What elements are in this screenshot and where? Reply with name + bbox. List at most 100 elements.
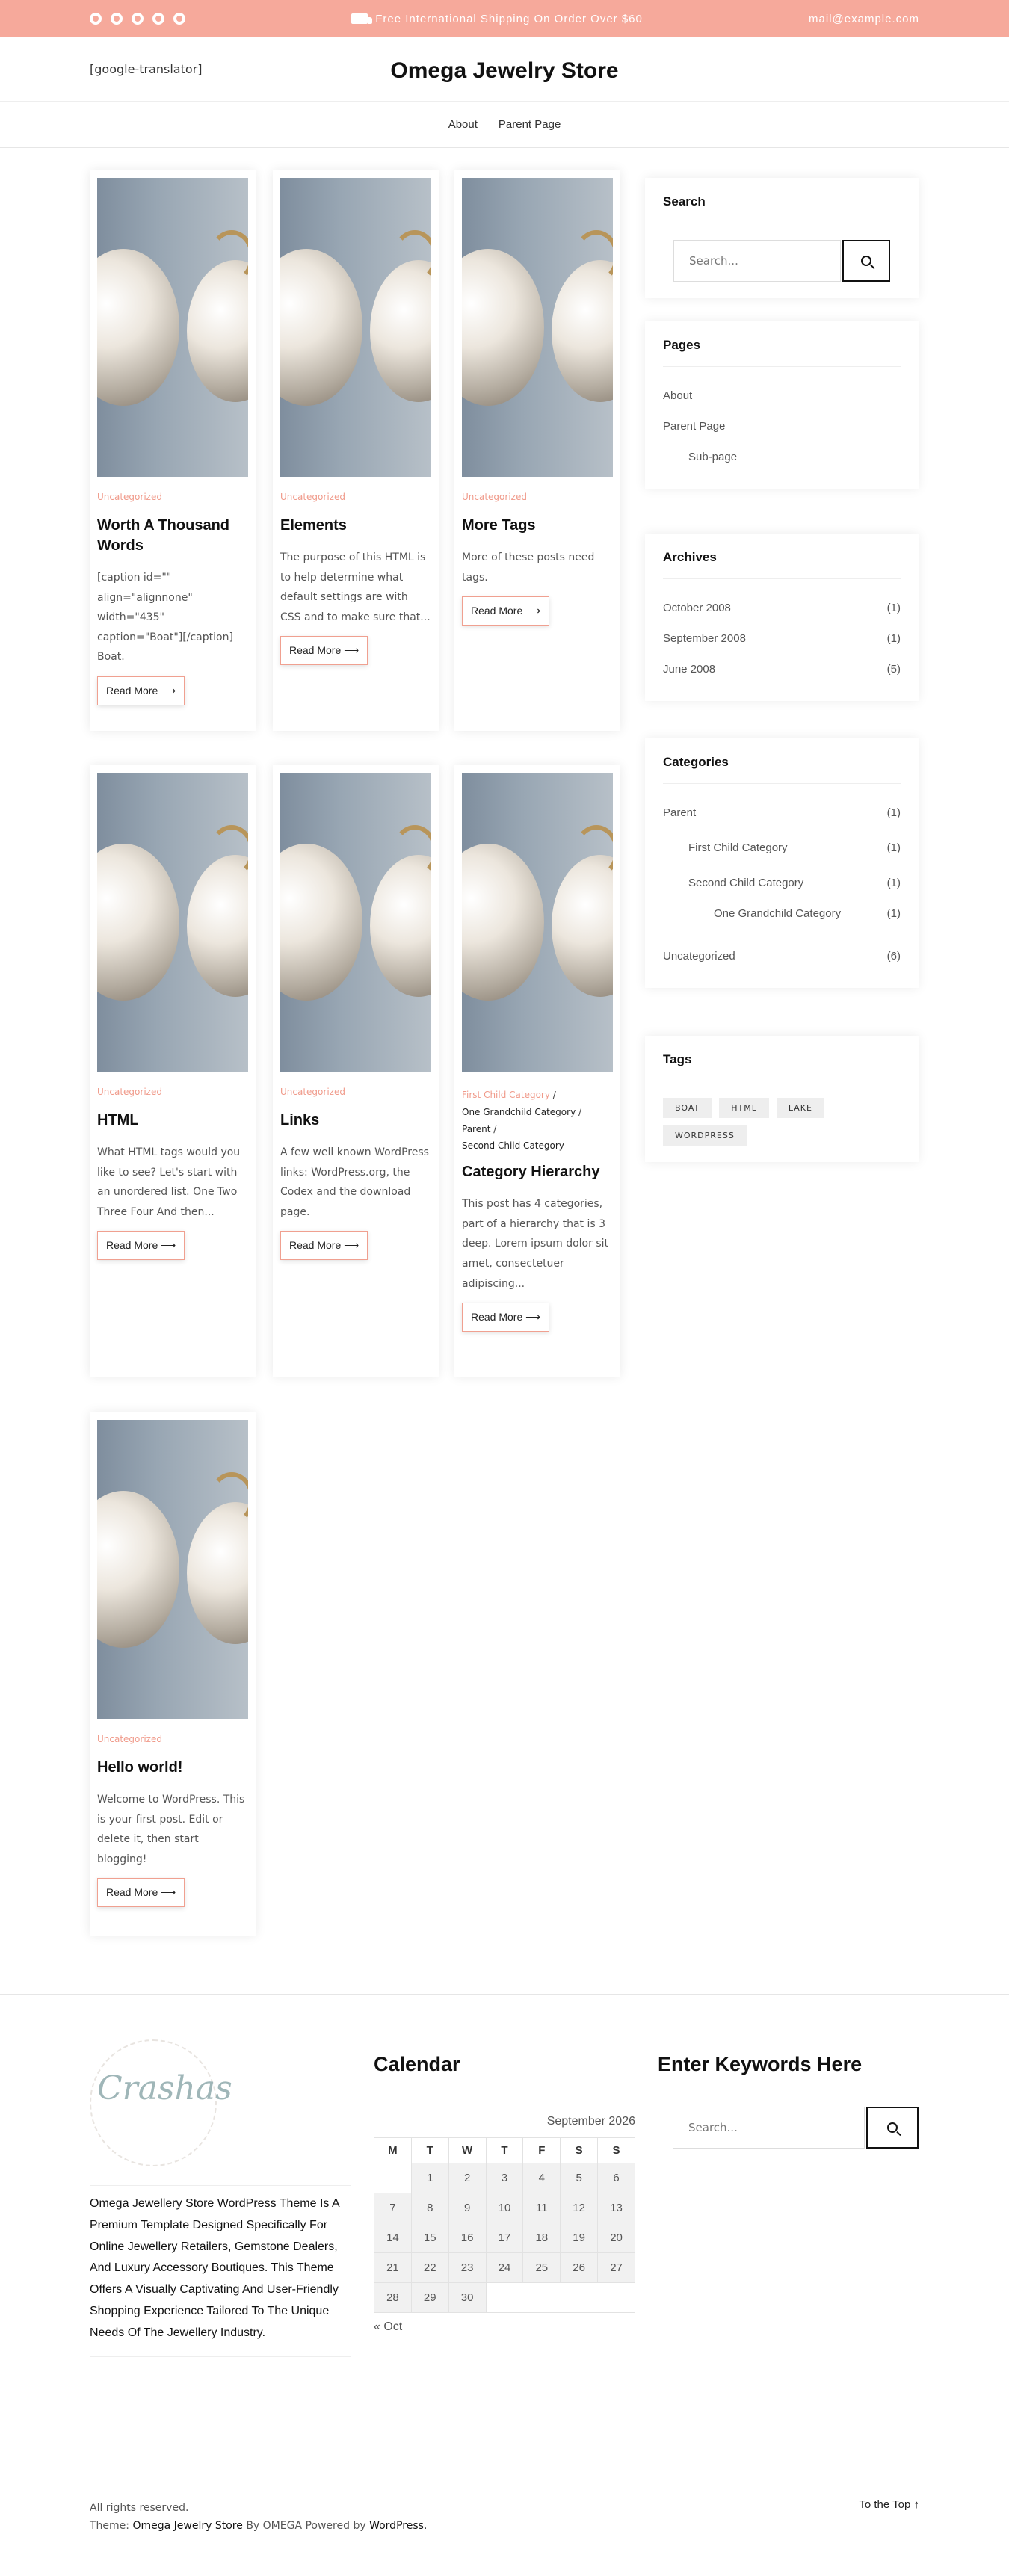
footer-widgets: Crashas Omega Jewellery Store WordPress … (0, 1994, 1009, 2450)
read-more-button[interactable]: Read More ⟶ (280, 636, 368, 666)
post-thumbnail[interactable] (97, 773, 248, 1072)
post-thumbnail[interactable] (462, 178, 613, 477)
calendar-day: 17 (485, 2223, 524, 2253)
calendar-day: 26 (560, 2252, 599, 2283)
post-excerpt: What HTML tags would you like to see? Le… (97, 1146, 241, 1218)
category-link[interactable]: First Child Category (688, 841, 788, 854)
read-more-button[interactable]: Read More ⟶ (462, 596, 550, 626)
post-excerpt: Welcome to WordPress. This is your first… (97, 1794, 245, 1865)
calendar-day: 18 (522, 2223, 561, 2253)
weekday-header: W (448, 2137, 487, 2163)
email-link[interactable]: mail@example.com (809, 13, 919, 25)
powered-by-text: By OMEGA Powered by (246, 2519, 366, 2532)
search-button[interactable] (842, 240, 890, 282)
theme-prefix: Theme: (90, 2519, 130, 2532)
archive-link[interactable]: June 2008 (663, 663, 715, 676)
category-link[interactable]: Uncategorized (663, 950, 735, 963)
shipping-text: Free International Shipping On Order Ove… (375, 12, 643, 25)
post-thumbnail[interactable] (97, 178, 248, 477)
archive-link[interactable]: September 2008 (663, 632, 746, 645)
instagram-icon[interactable] (152, 13, 164, 25)
category-link[interactable]: One Grandchild Category (462, 1107, 576, 1117)
weekday-header: M (374, 2137, 412, 2163)
category-link[interactable]: First Child Category (462, 1090, 550, 1100)
post-category[interactable]: Uncategorized (97, 492, 248, 502)
footer-logo[interactable]: Crashas (97, 2069, 232, 2107)
read-more-button[interactable]: Read More ⟶ (97, 1878, 185, 1908)
archive-link[interactable]: October 2008 (663, 602, 731, 614)
post-title[interactable]: Worth A Thousand Words (97, 516, 248, 556)
category-link[interactable]: Second Child Category (462, 1140, 564, 1151)
post-title[interactable]: Links (280, 1111, 431, 1131)
post-thumbnail[interactable] (280, 773, 431, 1072)
category-count: (1) (886, 907, 901, 920)
calendar-day: 12 (560, 2193, 599, 2223)
category-count: (1) (886, 841, 901, 854)
tag-wordpress[interactable]: WORDPRESS (663, 1125, 747, 1146)
read-more-button[interactable]: Read More ⟶ (280, 1231, 368, 1261)
site-header: [google-translator] Omega Jewelry Store (0, 37, 1009, 102)
post-title[interactable]: Category Hierarchy (462, 1162, 613, 1182)
site-title[interactable]: Omega Jewelry Store (390, 58, 618, 84)
post-excerpt: More of these posts need tags. (462, 552, 595, 584)
post-title[interactable]: Elements (280, 516, 431, 536)
calendar-day: 9 (448, 2193, 487, 2223)
read-more-button[interactable]: Read More ⟶ (462, 1303, 550, 1332)
pinterest-icon[interactable] (132, 13, 144, 25)
post-title[interactable]: HTML (97, 1111, 248, 1131)
post-card: First Child Category / One Grandchild Ca… (454, 765, 620, 1377)
tag-html[interactable]: HTML (719, 1098, 769, 1118)
post-category[interactable]: Uncategorized (280, 1087, 431, 1097)
calendar-widget: September 2026 M T W T F S S 1 2 3 4 5 6… (374, 2098, 636, 2334)
facebook-icon[interactable] (90, 13, 102, 25)
category-link[interactable]: One Grandchild Category (714, 907, 841, 920)
page-link-about[interactable]: About (663, 389, 692, 402)
calendar-day: 1 (410, 2163, 449, 2193)
youtube-icon[interactable] (173, 13, 185, 25)
nav-item-about[interactable]: About (448, 118, 478, 131)
calendar-day: 3 (485, 2163, 524, 2193)
post-thumbnail[interactable] (462, 773, 613, 1072)
google-translator[interactable]: [google-translator] (90, 62, 202, 76)
calendar-day: 19 (560, 2223, 599, 2253)
category-link[interactable]: Second Child Category (688, 877, 803, 889)
post-excerpt: [caption id="" align="alignnone" width="… (97, 572, 233, 664)
tag-boat[interactable]: BOAT (663, 1098, 712, 1118)
page-link-sub-page[interactable]: Sub-page (688, 451, 737, 463)
search-widget: Search Search... (645, 178, 919, 298)
theme-link[interactable]: Omega Jewelry Store (132, 2520, 242, 2532)
calendar-day: 22 (410, 2252, 449, 2283)
calendar-day: 21 (374, 2252, 412, 2283)
footer-search-input[interactable]: Search... (673, 2107, 865, 2149)
weekday-header: T (485, 2137, 524, 2163)
tag-lake[interactable]: LAKE (776, 1098, 824, 1118)
widget-title: Archives (663, 550, 901, 579)
post-category[interactable]: Uncategorized (97, 1087, 248, 1097)
archive-count: (1) (886, 602, 901, 614)
to-top-link[interactable]: To the Top ↑ (859, 2498, 919, 2511)
calendar-day: 10 (485, 2193, 524, 2223)
search-input[interactable]: Search... (673, 240, 841, 282)
post-thumbnail[interactable] (97, 1420, 248, 1719)
page-link-parent-page[interactable]: Parent Page (663, 420, 725, 433)
post-category[interactable]: Uncategorized (280, 492, 431, 502)
twitter-icon[interactable] (111, 13, 123, 25)
footer-search-button[interactable] (866, 2107, 919, 2149)
read-more-button[interactable]: Read More ⟶ (97, 676, 185, 705)
weekday-header: S (597, 2137, 635, 2163)
post-thumbnail[interactable] (280, 178, 431, 477)
read-more-button[interactable]: Read More ⟶ (97, 1231, 185, 1261)
nav-item-parent-page[interactable]: Parent Page (499, 118, 561, 131)
post-category[interactable]: Uncategorized (97, 1734, 248, 1744)
category-link[interactable]: Parent (663, 806, 696, 819)
post-title[interactable]: Hello world! (97, 1758, 248, 1778)
category-link[interactable]: Parent (462, 1124, 490, 1134)
post-category[interactable]: Uncategorized (462, 492, 613, 502)
post-card: Uncategorized Worth A Thousand Words [ca… (90, 170, 256, 731)
wordpress-link[interactable]: WordPress. (369, 2520, 427, 2532)
calendar-padding (485, 2282, 636, 2313)
calendar-prev-link[interactable]: « Oct (374, 2320, 402, 2333)
footer-search: Search... (673, 2107, 919, 2149)
category-count: (1) (886, 806, 901, 819)
post-title[interactable]: More Tags (462, 516, 613, 536)
